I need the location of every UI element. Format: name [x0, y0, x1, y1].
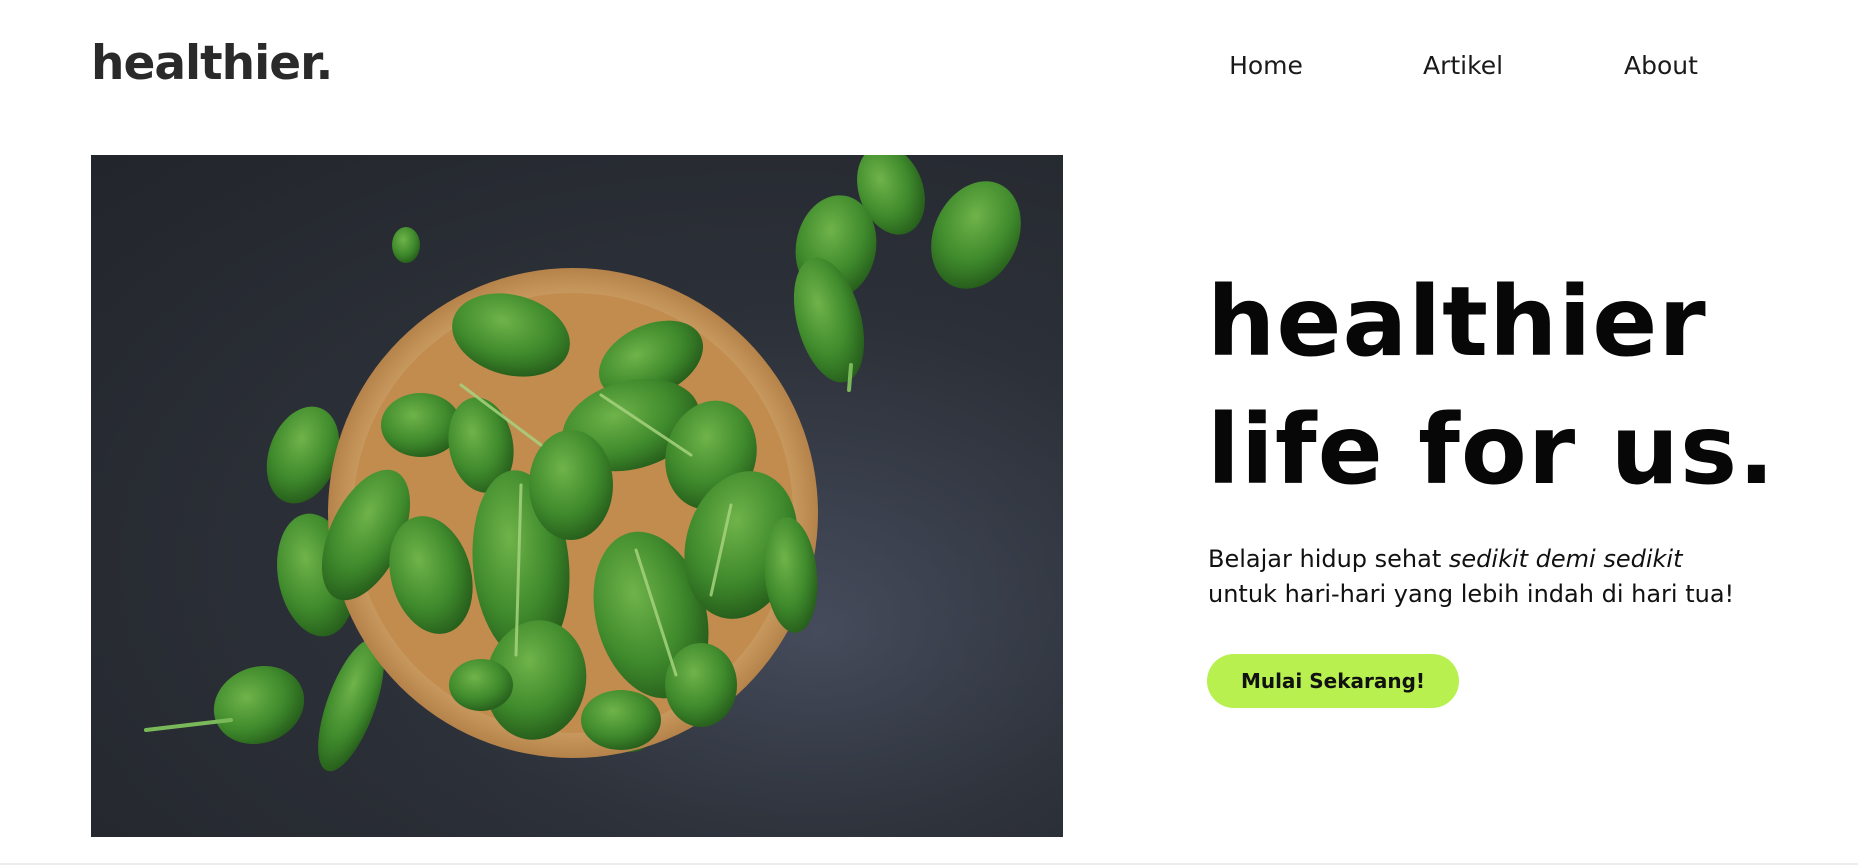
nav-home-link[interactable]: Home	[1229, 46, 1303, 86]
hero-headline-line1: healthier	[1207, 266, 1707, 378]
hero-subtext-emphasis: sedikit demi sedikit	[1448, 545, 1683, 573]
hero-headline-line2: life for us.	[1207, 394, 1776, 506]
hero-subtext-line2: untuk hari-hari yang lebih indah di hari…	[1208, 580, 1735, 608]
nav-artikel-link[interactable]: Artikel	[1423, 46, 1503, 86]
nav-about-link[interactable]: About	[1624, 46, 1698, 86]
spinach-bowl-illustration	[91, 155, 1063, 837]
start-now-button[interactable]: Mulai Sekarang!	[1207, 654, 1459, 708]
hero-subtext-line1: Belajar hidup sehat sedikit demi sedikit	[1208, 542, 1734, 577]
hero-image	[91, 155, 1063, 837]
landing-page: healthier. Home Artikel About healthier …	[0, 0, 1858, 865]
hero-subtext: Belajar hidup sehat sedikit demi sedikit…	[1208, 542, 1734, 612]
hero-headline: healthier life for us.	[1207, 258, 1776, 514]
hero-subtext-prefix: Belajar hidup sehat	[1208, 545, 1449, 573]
main-nav: Home Artikel About	[0, 46, 1858, 86]
